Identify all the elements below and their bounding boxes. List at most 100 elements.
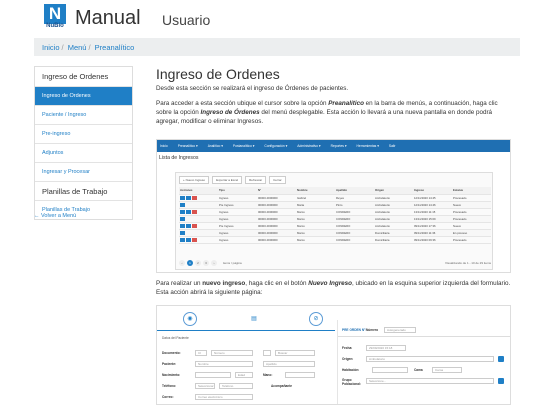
sidebar-item-1[interactable]: Ingreso de Ordenes [35,86,132,105]
pager-page-1[interactable]: 1 [187,260,193,266]
row-actions[interactable] [179,208,218,216]
birth-date-input[interactable] [195,372,231,378]
app-menu-item-8[interactable]: Salir [389,144,396,148]
breadcrumb-menu[interactable]: Menú [68,43,87,52]
toolbar-button-1[interactable]: Exportar a Excel [212,176,243,184]
delete-icon[interactable] [192,223,197,228]
text-run-bold: Nuevo Ingreso [308,280,353,287]
table-row[interactable]: Ingreso 00000-0000000 Marco CONDERO Domicili… [179,229,491,237]
pager: ‹ 123 › items / página Visualizando de 1… [179,260,491,266]
column-header-0[interactable]: Acciones [179,187,218,195]
group-select[interactable]: Seleccione... [366,378,494,384]
gender-select[interactable]: Seleccionar [195,383,215,389]
delete-icon[interactable] [192,237,197,242]
breadcrumb-inicio[interactable]: Inicio [42,43,60,52]
app-menu-item-0[interactable]: Inicio [160,144,168,148]
patient-icon[interactable]: ◉ [183,312,197,326]
view-icon[interactable] [186,195,191,200]
delete-icon[interactable] [192,195,197,200]
row-actions[interactable] [179,236,218,244]
pager-size[interactable]: items / página [223,261,242,265]
column-header-5[interactable]: Origen [374,187,413,195]
age-input[interactable]: Edad [235,372,253,378]
column-header-6[interactable]: Ingreso [413,187,452,195]
phone-input[interactable]: Teléfono [219,383,253,389]
toolbar-button-3[interactable]: Cerrar [269,176,286,184]
bed-input[interactable]: Cama [432,367,462,373]
pager-page-3[interactable]: 3 [203,260,209,266]
table-cell: 12/11/2020 14:45 [413,194,452,202]
group-add-button[interactable] [498,378,504,384]
sidebar-item-0[interactable]: Ingreso de Ordenes [35,67,132,86]
sidebar-item-5[interactable]: Ingresar y Procesar [35,162,132,181]
doc-search-button[interactable] [263,350,271,356]
table-cell: Nuevo [452,222,491,230]
view-icon[interactable] [186,223,191,228]
text-run-bold: Ingreso de Órdenes [200,109,260,116]
sidebar-item-6[interactable]: Planillas de Trabajo [35,181,132,200]
table-cell: 00000-0000000 [257,208,296,216]
breadcrumb-preanalitico[interactable]: Preanalítico [95,43,135,52]
document-icon[interactable]: ▤ [247,312,261,326]
back-to-menu-link[interactable]: ← Volver a Menú [34,213,76,219]
origin-select[interactable]: Ambulatorio [366,356,494,362]
table-row[interactable]: Pre Ingreso 00000-0000000 Maria Pinto Ambula… [179,201,491,209]
edit-icon[interactable] [180,216,185,221]
column-header-7[interactable]: Estatus [452,187,491,195]
table-row[interactable]: Ingreso 00000-0000000 Marco CONDERO Ambulato… [179,208,491,216]
row-actions[interactable] [179,222,218,230]
site-title: Manual [75,7,141,29]
app-menu-item-6[interactable]: Reportes ▾ [331,144,347,148]
column-header-2[interactable]: N° [257,187,296,195]
edit-icon[interactable] [180,209,185,214]
app-menu-item-7[interactable]: Herramientas ▾ [357,144,379,148]
table-row[interactable]: Ingreso 00000-0000000 Marco CONDERO Domicili… [179,236,491,244]
table-cell: Pinto [335,201,374,209]
app-menu-item-4[interactable]: Configuración ▾ [264,144,287,148]
sidebar-item-4[interactable]: Adjuntos [35,143,132,162]
date-field[interactable]: 29/09/2020 15:18 [366,345,406,351]
app-menu-item-3[interactable]: Postanalítico ▾ [233,144,254,148]
name-input[interactable]: Nombre [195,361,253,367]
sidebar-item-3[interactable]: Pre-ingreso [35,124,132,143]
table-row[interactable]: Ingreso 00000-0000000 Gabriel Reyes Ambulato… [179,194,491,202]
delete-icon[interactable] [192,209,197,214]
edit-icon[interactable] [180,195,185,200]
edit-icon[interactable] [180,237,185,242]
column-header-3[interactable]: Nombre [296,187,335,195]
surname-input[interactable]: Apellido [263,361,315,367]
app-menu-item-1[interactable]: Preanalítico ▾ [178,144,198,148]
toolbar-button-2[interactable]: Refrescar [245,176,267,184]
edit-icon[interactable] [180,230,185,235]
table-row[interactable]: Pre Ingreso 00000-0000000 Marco CONDERO Ambu… [179,222,491,230]
view-icon[interactable] [186,237,191,242]
doc-type-select[interactable]: CI [195,350,207,356]
doc-number-input[interactable]: Número [211,350,253,356]
row-actions[interactable] [179,229,218,237]
email-input[interactable]: Correo electrónico [195,394,253,400]
table-cell: Marco [296,229,335,237]
origin-add-button[interactable] [498,356,504,362]
pager-page-2[interactable]: 2 [195,260,201,266]
column-header-4[interactable]: Apellido [335,187,374,195]
table-row[interactable]: Ingreso 00000-0000000 Marco CONDERO Ambulato… [179,215,491,223]
app-menu-item-5[interactable]: Administrativo ▾ [297,144,320,148]
room-input[interactable] [372,367,408,373]
column-header-1[interactable]: Tipo [218,187,257,195]
doc-search-input[interactable]: Buscar [275,350,315,356]
edit-icon[interactable] [180,202,185,207]
row-actions[interactable] [179,194,218,202]
app-menu-item-2[interactable]: Analítico ▾ [208,144,223,148]
row-actions[interactable] [179,215,218,223]
pager-prev[interactable]: ‹ [179,260,185,266]
toolbar-button-0[interactable]: + Nuevo Ingreso [179,176,210,184]
view-icon[interactable] [186,209,191,214]
table-cell: 00000-0000000 [257,215,296,223]
edit-icon[interactable] [180,223,185,228]
hand-select[interactable] [285,372,315,378]
nubio-logo[interactable]: N NuBio [44,4,66,30]
row-actions[interactable] [179,201,218,209]
pager-next[interactable]: › [211,260,217,266]
attach-icon[interactable]: ⊘ [309,312,323,326]
sidebar-item-2[interactable]: Paciente / Ingreso [35,105,132,124]
